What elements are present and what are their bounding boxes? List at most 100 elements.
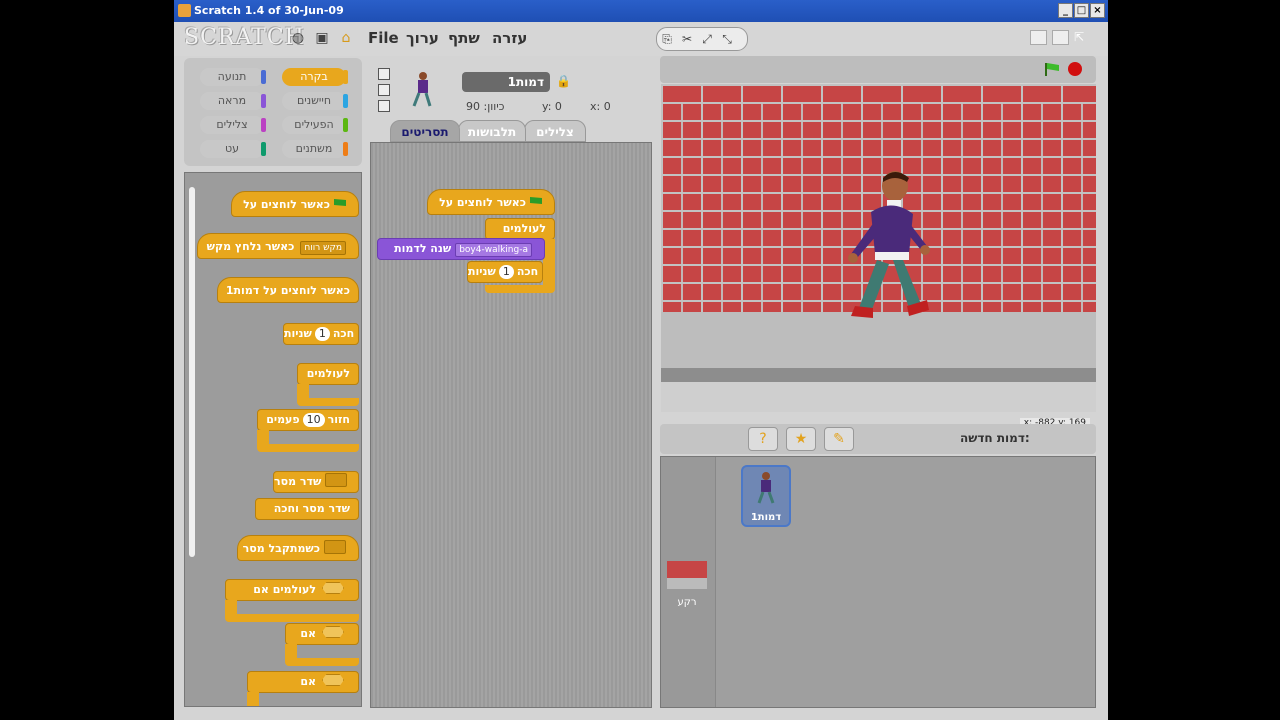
walking-boy-sprite[interactable] (827, 168, 937, 328)
presentation-mode-icon[interactable]: ⇱ (1074, 30, 1089, 44)
delete-tool-icon[interactable]: ✂ (677, 28, 697, 50)
block-if[interactable]: אם (285, 623, 359, 645)
wait-seconds-input[interactable]: 1 (314, 327, 330, 341)
menu-bar: SCRATCH ◍ ▣ ⌂ File ערוך שתף עזרה ⎘ ✂ ⤢ ⤡ ⇱ (174, 22, 1108, 56)
block-wait[interactable]: חכה1שניות (283, 323, 359, 345)
menu-share[interactable]: שתף (448, 29, 480, 47)
grow-tool-icon[interactable]: ⤢ (697, 28, 717, 50)
left-right-flip-icon[interactable] (378, 84, 390, 96)
block-text: לעולמים (502, 222, 546, 235)
random-sprite-icon[interactable]: ? (748, 427, 778, 451)
choose-sprite-from-file-icon[interactable]: ★ (786, 427, 816, 451)
category-variables-label: משתנים (295, 142, 333, 155)
stage-controls (660, 56, 1096, 83)
scratch-app-icon (178, 4, 191, 17)
category-motion[interactable]: תנועה (200, 68, 266, 86)
block-repeat[interactable]: חזור10פעמים (257, 409, 359, 431)
condition-slot[interactable] (322, 582, 344, 594)
title-bar: Scratch 1.4 of 30-Jun-09 _ □ × (174, 0, 1108, 22)
palette-scrollbar[interactable] (189, 187, 195, 557)
normal-stage-view-icon[interactable] (1052, 30, 1069, 45)
block-text: חכה (516, 265, 539, 278)
scripts-area[interactable]: כאשר לוחצים על לעולמים שנה לדמות boy4-wal… (370, 142, 652, 708)
menu-help[interactable]: עזרה (492, 29, 527, 47)
category-sensing-label: חיישנים (296, 94, 332, 107)
block-text: אם (300, 627, 316, 640)
condition-slot[interactable] (322, 674, 344, 686)
letterbox-left (0, 0, 174, 720)
block-text: אם (300, 675, 316, 688)
block-broadcast[interactable]: שדר מסר (273, 471, 359, 493)
block-when-i-receive[interactable]: כשמתקבל מסר (237, 535, 359, 561)
menu-edit[interactable]: ערוך (406, 29, 439, 47)
sprite-thumbnail (412, 72, 432, 107)
category-pen[interactable]: עט (200, 140, 266, 158)
script-wait[interactable]: חכה1שניות (467, 261, 543, 283)
duplicate-tool-icon[interactable]: ⎘ (657, 28, 677, 50)
save-disk-icon[interactable]: ▣ (314, 30, 330, 46)
category-sensing[interactable]: חיישנים (282, 92, 348, 110)
category-operators[interactable]: הפעילים (282, 116, 348, 134)
category-pen-label: עט (224, 142, 240, 155)
script-when-flag-clicked[interactable]: כאשר לוחצים על (427, 189, 555, 215)
sprite-name-field[interactable]: דמות1 (462, 72, 550, 92)
block-forever[interactable]: לעולמים (297, 363, 359, 385)
category-sound[interactable]: צלילים (200, 116, 266, 134)
y-coordinate: y: 0 (542, 100, 562, 113)
script-switch-costume[interactable]: שנה לדמות boy4-walking-a (377, 238, 545, 260)
category-control-label: בקרה (300, 70, 328, 83)
window-title: Scratch 1.4 of 30-Jun-09 (194, 4, 344, 17)
new-sprite-label: דמות חדשה: (960, 431, 1030, 445)
category-color-bar (343, 142, 348, 156)
script-forever[interactable]: לעולמים (485, 218, 555, 240)
category-color-bar (261, 118, 266, 132)
category-control[interactable]: בקרה (282, 68, 348, 86)
block-when-flag-clicked[interactable]: כאשר לוחצים על (231, 191, 359, 217)
tab-sounds[interactable]: צלילים (524, 120, 586, 142)
green-flag-icon (530, 197, 542, 204)
category-selector: בקרה תנועה חיישנים מראה הפעילים צלילים מ… (184, 58, 362, 166)
key-dropdown[interactable]: מקש רווח (300, 241, 346, 255)
close-button[interactable]: × (1090, 3, 1105, 18)
block-text: שנה לדמות (394, 242, 452, 255)
x-label: x: (590, 100, 601, 113)
shrink-tool-icon[interactable]: ⤡ (717, 28, 737, 50)
sprite-tile[interactable]: דמות1 (741, 465, 791, 527)
receive-dropdown[interactable] (324, 540, 346, 554)
language-globe-icon[interactable]: ◍ (290, 30, 306, 46)
minimize-button[interactable]: _ (1058, 3, 1073, 18)
stage-thumbnail[interactable] (667, 561, 707, 589)
category-color-bar (261, 94, 266, 108)
tab-costumes[interactable]: תלבושות (458, 120, 526, 142)
block-when-sprite-clicked[interactable]: כאשר לוחצים על דמות1 (217, 277, 359, 303)
block-when-key-pressed[interactable]: כאשר נלחץ מקש מקש רווח (197, 233, 359, 259)
block-text: שניות (284, 327, 312, 340)
wait-seconds-input[interactable]: 1 (498, 265, 514, 279)
condition-slot[interactable] (322, 626, 344, 638)
repeat-c-foot (257, 444, 359, 452)
no-rotate-icon[interactable] (378, 100, 390, 112)
category-looks[interactable]: מראה (200, 92, 266, 110)
block-forever-if[interactable]: לעולמים אם (225, 579, 359, 601)
if-c-arm (285, 644, 297, 658)
block-if-else[interactable]: אם (247, 671, 359, 693)
paint-new-sprite-icon[interactable]: ✎ (824, 427, 854, 451)
costume-dropdown[interactable]: boy4-walking-a (455, 243, 532, 257)
block-broadcast-and-wait[interactable]: שדר מסר וחכה (255, 498, 359, 520)
tab-scripts[interactable]: תסריטים (390, 120, 460, 142)
block-text: לעולמים אם (253, 583, 316, 596)
stage[interactable] (661, 84, 1096, 412)
small-stage-view-icon[interactable] (1030, 30, 1047, 45)
menu-file[interactable]: File (368, 29, 399, 47)
repeat-c-arm (257, 430, 269, 444)
lock-icon[interactable]: 🔒 (556, 74, 571, 88)
share-project-icon[interactable]: ⌂ (338, 30, 354, 46)
repeat-count-input[interactable]: 10 (302, 413, 325, 427)
block-text: לעולמים (306, 367, 350, 380)
stop-button[interactable] (1068, 62, 1082, 76)
green-flag-button[interactable] (1044, 62, 1060, 76)
category-variables[interactable]: משתנים (282, 140, 348, 158)
rotate-all-around-icon[interactable] (378, 68, 390, 80)
message-dropdown[interactable] (325, 473, 348, 487)
maximize-button[interactable]: □ (1074, 3, 1089, 18)
